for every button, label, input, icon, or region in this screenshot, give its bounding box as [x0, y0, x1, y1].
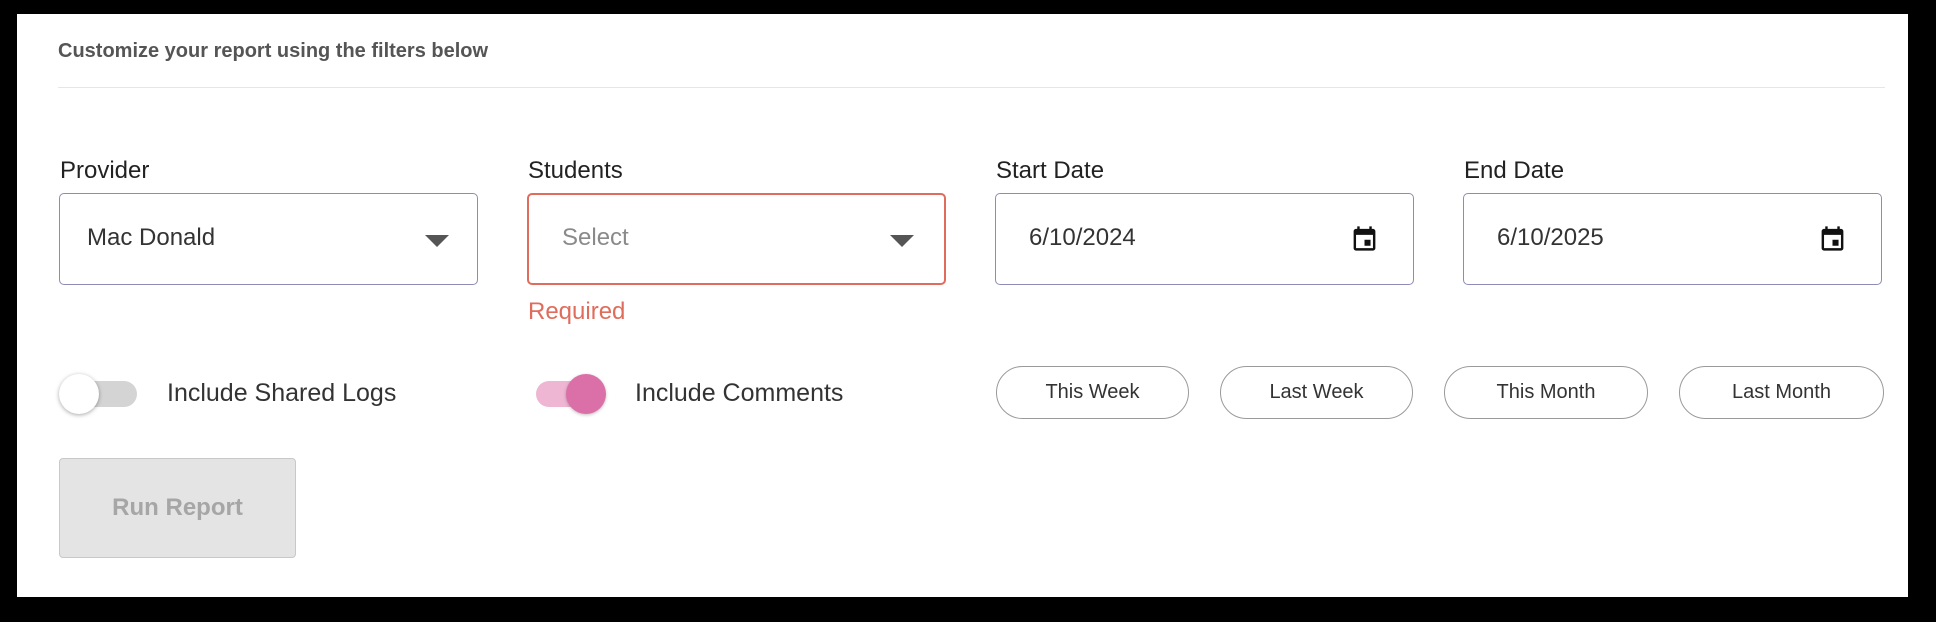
caret-down-icon [890, 235, 914, 247]
last-week-button[interactable]: Last Week [1220, 366, 1413, 419]
start-date-input[interactable]: 6/10/2024 [995, 193, 1414, 285]
last-month-button[interactable]: Last Month [1679, 366, 1884, 419]
report-filter-panel [15, 12, 1910, 599]
provider-select[interactable]: Mac Donald [59, 193, 478, 285]
students-placeholder: Select [562, 224, 629, 251]
run-report-button[interactable]: Run Report [59, 458, 296, 558]
this-week-button[interactable]: This Week [996, 366, 1189, 419]
shared-logs-toggle[interactable] [59, 374, 139, 414]
this-month-button[interactable]: This Month [1444, 366, 1648, 419]
students-required-error: Required [528, 298, 626, 325]
shared-logs-label: Include Shared Logs [167, 379, 397, 407]
start-date-label: Start Date [996, 157, 1105, 184]
toggle-knob [566, 374, 606, 414]
provider-label: Provider [60, 157, 150, 184]
end-date-label: End Date [1464, 157, 1565, 184]
students-label: Students [528, 157, 623, 184]
panel-header: Customize your report using the filters … [58, 40, 489, 62]
caret-down-icon [425, 235, 449, 247]
end-date-value: 6/10/2025 [1497, 224, 1604, 251]
calendar-icon[interactable] [1818, 223, 1847, 254]
calendar-icon[interactable] [1350, 223, 1379, 254]
comments-label: Include Comments [635, 379, 844, 407]
end-date-input[interactable]: 6/10/2025 [1463, 193, 1882, 285]
comments-toggle[interactable] [528, 374, 608, 414]
start-date-value: 6/10/2024 [1029, 224, 1136, 251]
students-select[interactable]: Select [527, 193, 946, 285]
toggle-knob [59, 374, 99, 414]
provider-value: Mac Donald [87, 224, 216, 251]
header-divider [58, 87, 1885, 88]
